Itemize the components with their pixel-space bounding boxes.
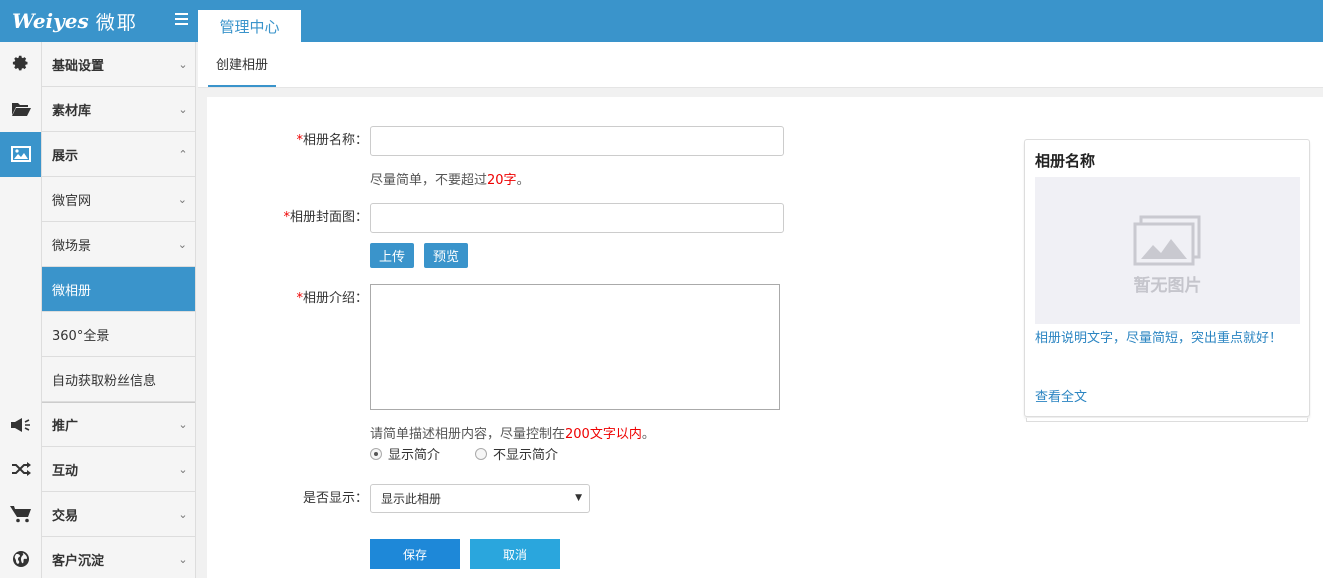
logo-brand-cn: 微耶: [95, 11, 138, 34]
chevron-down-icon: ⌄: [178, 102, 188, 116]
sidebar-subitem-micro-scene[interactable]: 微场景 ⌄: [42, 222, 195, 267]
megaphone-icon: [0, 402, 42, 447]
sidebar-item-label: 互动: [52, 463, 79, 479]
preview-description: 相册说明文字，尽量简短，突出重点就好！: [1035, 331, 1283, 346]
sidebar-subitem-label: 微场景: [52, 238, 92, 254]
album-intro-hint: 请简单描述相册内容，尽量控制在200文字以内。: [370, 427, 655, 442]
display-select-value: 显示此相册: [381, 492, 442, 506]
chevron-down-icon: ⌄: [178, 462, 188, 476]
album-name-label: *相册名称：: [296, 133, 368, 148]
save-button[interactable]: 保存: [370, 539, 460, 569]
album-cover-label: *相册封面图：: [283, 210, 368, 225]
display-label: 是否显示：: [302, 491, 368, 506]
sidebar-item-customer-retention[interactable]: 客户沉淀 ⌄: [0, 536, 195, 578]
chevron-down-icon: ⌄: [178, 57, 188, 71]
preview-title: 相册名称: [1035, 152, 1096, 170]
chevron-down-icon: ⌄: [177, 237, 187, 251]
album-intro-textarea[interactable]: [370, 284, 780, 410]
sidebar-item-material-library[interactable]: 素材库 ⌄: [0, 86, 195, 132]
globe-icon: [0, 536, 42, 578]
radio-show-intro[interactable]: 显示简介: [370, 444, 440, 463]
cancel-button[interactable]: 取消: [470, 539, 560, 569]
gear-icon: [0, 41, 42, 87]
sidebar-item-promotion[interactable]: 推广 ⌄: [0, 402, 195, 447]
sidebar-item-label: 素材库: [52, 103, 92, 119]
image-placeholder-icon: [1133, 215, 1201, 266]
sidebar-subitem-fan-info[interactable]: 自动获取粉丝信息: [42, 357, 195, 402]
sidebar-item-label: 客户沉淀: [52, 553, 105, 569]
album-name-hint: 尽量简单，不要超过20字。: [370, 173, 530, 188]
chevron-down-icon: ⌄: [177, 192, 187, 206]
sidebar-subitem-label: 360°全景: [52, 328, 110, 344]
sidebar-subitem-panorama[interactable]: 360°全景: [42, 312, 195, 357]
radio-hide-intro-label: 不显示简介: [493, 448, 559, 463]
subtab-bar: 创建相册: [198, 42, 1323, 88]
radio-unselected-icon: [475, 447, 487, 460]
cart-icon: [0, 491, 42, 537]
preview-more-link[interactable]: 查看全文: [1035, 386, 1087, 405]
album-cover-input[interactable]: [370, 203, 784, 233]
album-name-input[interactable]: [370, 126, 784, 156]
submenu-display: 微官网 ⌄ 微场景 ⌄ 微相册 360°全景 自动获取粉丝信息: [0, 177, 195, 402]
card-stack-edge: [1026, 418, 1308, 422]
preview-image-placeholder: 暂无图片: [1035, 177, 1300, 324]
caret-down-icon: ▼: [575, 493, 582, 503]
sidebar-item-display[interactable]: 展示 ⌃: [0, 131, 195, 177]
chevron-down-icon: ⌄: [178, 418, 188, 431]
sidebar-subitem-label: 自动获取粉丝信息: [52, 373, 157, 389]
radio-selected-icon: [370, 447, 382, 460]
display-select[interactable]: 显示此相册 ▼: [370, 484, 590, 513]
sidebar-item-basic-settings[interactable]: 基础设置 ⌄: [0, 41, 195, 87]
sidebar: 基础设置 ⌄ 素材库 ⌄ 展示 ⌃ 微官网 ⌄ 微场景 ⌄ 微相册 360°全景: [0, 41, 196, 578]
chevron-down-icon: ⌄: [178, 552, 188, 566]
chevron-down-icon: ⌄: [178, 507, 188, 521]
sidebar-item-label: 基础设置: [52, 58, 105, 74]
preview-button[interactable]: 预览: [424, 243, 468, 268]
album-intro-label: *相册介绍：: [296, 291, 368, 306]
sidebar-item-trade[interactable]: 交易 ⌄: [0, 491, 195, 537]
folder-open-icon: [0, 86, 42, 132]
sidebar-item-label: 展示: [52, 148, 79, 164]
sidebar-subitem-micro-album[interactable]: 微相册: [42, 267, 195, 312]
album-preview-card: 相册名称 暂无图片 相册说明文字，尽量简短，突出重点就好！ 查看全文: [1024, 139, 1310, 417]
preview-placeholder-text: 暂无图片: [1133, 276, 1202, 296]
tab-management-center[interactable]: 管理中心: [198, 8, 301, 42]
sidebar-item-label: 交易: [52, 508, 79, 524]
sidebar-subitem-label: 微官网: [52, 193, 92, 209]
upload-button[interactable]: 上传: [370, 243, 414, 268]
logo: Weiyes 微耶: [0, 0, 196, 42]
tab-create-album[interactable]: 创建相册: [208, 42, 277, 87]
picture-icon: [0, 131, 42, 177]
sidebar-item-label: 推广: [52, 419, 79, 434]
sidebar-subitem-label: 微相册: [52, 283, 92, 299]
logo-brand: Weiyes: [12, 9, 89, 33]
sidebar-subitem-micro-website[interactable]: 微官网 ⌄: [42, 177, 195, 222]
radio-hide-intro[interactable]: 不显示简介: [475, 444, 558, 463]
radio-show-intro-label: 显示简介: [388, 448, 441, 463]
sidebar-item-interaction[interactable]: 互动 ⌄: [0, 446, 195, 492]
menu-toggle-icon[interactable]: [175, 13, 188, 25]
chevron-up-icon: ⌃: [178, 147, 188, 161]
shuffle-icon: [0, 446, 42, 492]
